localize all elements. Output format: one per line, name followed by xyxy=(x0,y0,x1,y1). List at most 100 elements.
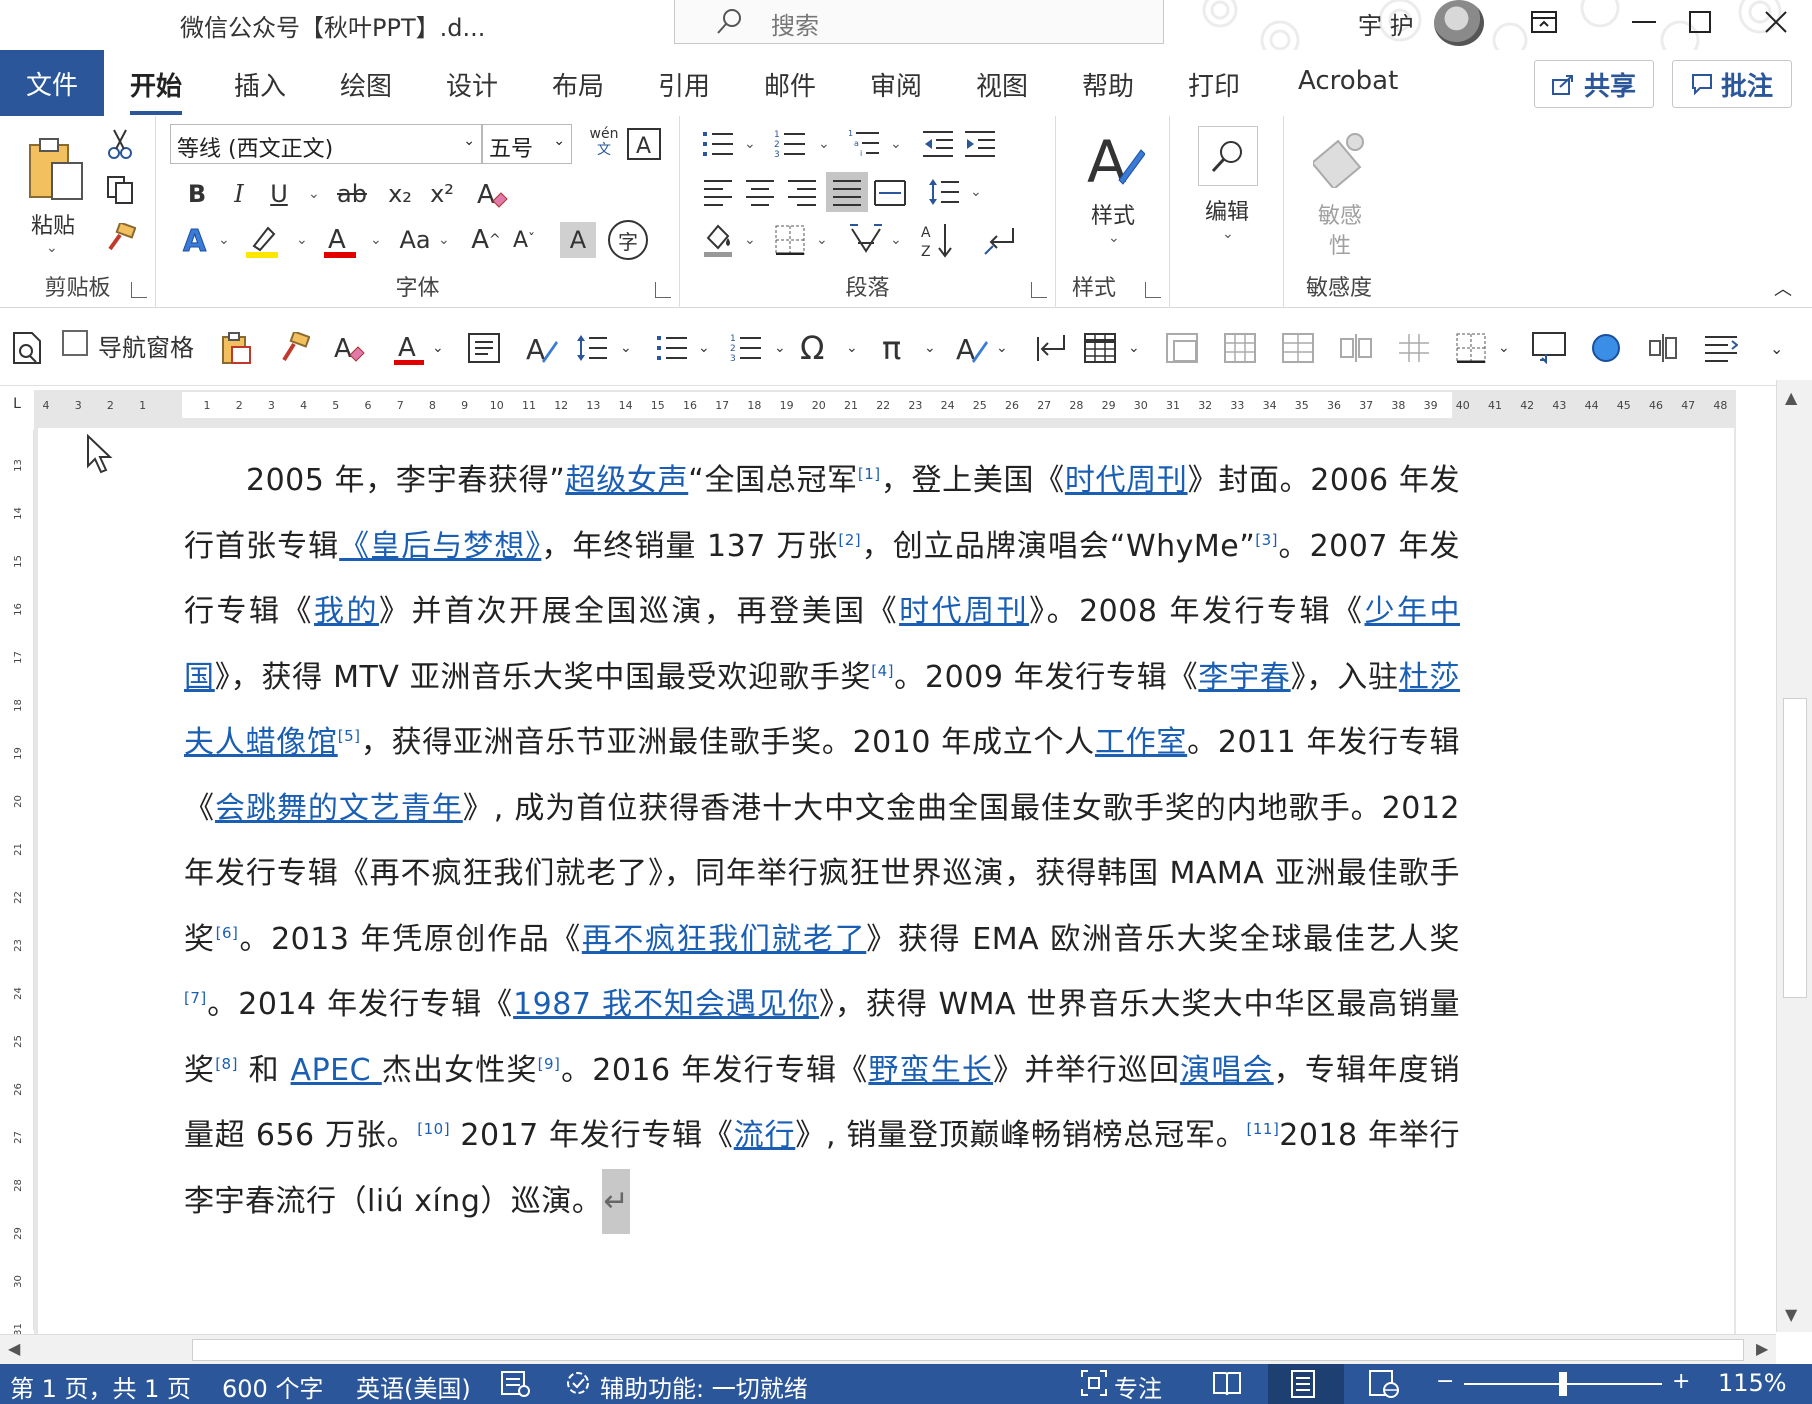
style-quick-icon[interactable]: A xyxy=(524,328,558,368)
footnote-ref[interactable]: [3] xyxy=(1255,531,1278,549)
nav-pane-checkbox[interactable] xyxy=(62,330,88,356)
phonetic-guide-icon[interactable]: wén 文 xyxy=(582,120,626,164)
show-formatting-marks-icon[interactable] xyxy=(980,220,1020,260)
line-spacing-quick-dropdown-icon[interactable]: ⌄ xyxy=(620,328,632,368)
table-tool-5-icon[interactable] xyxy=(1398,328,1430,368)
link-wild-growth[interactable]: 野蛮生长 xyxy=(868,1053,993,1088)
table-tool-3-icon[interactable] xyxy=(1282,328,1314,368)
tab-acrobat[interactable]: Acrobat xyxy=(1298,66,1398,96)
line-spacing-icon[interactable] xyxy=(926,174,962,210)
zoom-slider-thumb[interactable] xyxy=(1559,1372,1567,1396)
web-layout-icon[interactable] xyxy=(1368,1369,1400,1404)
comments-button[interactable]: 批注 xyxy=(1672,60,1792,108)
accessibility-icon[interactable] xyxy=(564,1369,594,1403)
language-status[interactable]: 英语(美国) xyxy=(356,1369,471,1404)
horizontal-ruler[interactable]: 4 3 2 1 1 2 3 4 5 6 7 8 9 10 11 12 13 14 15 16 17 18 19 20 21 22 2… xyxy=(34,390,1736,420)
footnote-ref[interactable]: [1] xyxy=(858,465,881,483)
link-super-girl[interactable]: 超级女声 xyxy=(565,463,688,498)
scroll-right-icon[interactable]: ▶ xyxy=(1756,1339,1768,1358)
decrease-indent-icon[interactable] xyxy=(920,126,956,162)
link-mine[interactable]: 我的 xyxy=(314,594,379,629)
table-borders-dropdown-icon[interactable]: ⌄ xyxy=(1498,328,1510,368)
font-color-quick-icon[interactable]: A xyxy=(392,328,426,368)
read-mode-icon[interactable] xyxy=(1212,1369,1242,1403)
footnote-ref[interactable]: [9] xyxy=(538,1055,561,1073)
insert-table-icon[interactable] xyxy=(1084,328,1116,368)
insert-comment-icon[interactable] xyxy=(1034,328,1066,368)
link-studio[interactable]: 工作室 xyxy=(1095,725,1187,760)
clear-formatting-icon[interactable]: A xyxy=(472,174,512,214)
track-changes-icon[interactable] xyxy=(500,1369,530,1403)
tab-references[interactable]: 引用 xyxy=(658,66,710,103)
numbering-dropdown-icon[interactable]: ⌄ xyxy=(818,136,830,152)
scroll-up-icon[interactable]: ▲ xyxy=(1785,388,1797,407)
tab-print[interactable]: 打印 xyxy=(1188,66,1240,103)
align-center-icon[interactable] xyxy=(742,174,778,210)
paste-icon[interactable] xyxy=(20,130,90,210)
find-icon[interactable] xyxy=(1198,126,1258,186)
focus-label[interactable]: 专注 xyxy=(1114,1369,1162,1404)
shading-dropdown-icon[interactable]: ⌄ xyxy=(744,232,756,248)
customize-toolbar-icon[interactable]: ⌄ xyxy=(1770,328,1783,368)
link-concert[interactable]: 演唱会 xyxy=(1180,1053,1274,1088)
horizontal-scroll-thumb[interactable] xyxy=(192,1339,1744,1361)
word-count[interactable]: 600 个字 xyxy=(222,1369,323,1404)
equation-icon[interactable]: π xyxy=(882,328,901,368)
styles-dropdown-icon[interactable]: ⌄ xyxy=(1108,230,1120,246)
align-objects-icon[interactable] xyxy=(1646,328,1680,368)
highlight-icon[interactable] xyxy=(242,220,282,260)
tab-home[interactable]: 开始 xyxy=(130,66,183,115)
strikethrough-button[interactable]: ab xyxy=(332,176,372,212)
align-right-icon[interactable] xyxy=(784,174,820,210)
bullets-dropdown-icon[interactable]: ⌄ xyxy=(744,136,756,152)
numbering-icon[interactable]: 123 xyxy=(772,126,808,162)
close-icon[interactable] xyxy=(1746,0,1806,44)
print-preview-icon[interactable] xyxy=(12,328,42,368)
maximize-icon[interactable] xyxy=(1670,0,1730,44)
tab-help[interactable]: 帮助 xyxy=(1082,66,1134,103)
asian-layout-icon[interactable] xyxy=(846,220,886,260)
tab-view[interactable]: 视图 xyxy=(976,66,1028,103)
tab-draw[interactable]: 绘图 xyxy=(340,66,392,103)
draw-pen-icon[interactable]: A xyxy=(954,328,988,368)
footnote-ref[interactable]: [11] xyxy=(1247,1120,1280,1138)
symbol-icon[interactable]: Ω xyxy=(800,328,824,368)
scroll-left-icon[interactable]: ◀ xyxy=(8,1339,20,1358)
bullets-quick-dropdown-icon[interactable]: ⌄ xyxy=(698,328,710,368)
enclose-characters-button[interactable]: 字 xyxy=(608,220,648,260)
grow-font-button[interactable]: A ^ xyxy=(468,220,504,260)
scroll-down-icon[interactable]: ▼ xyxy=(1785,1305,1797,1324)
clipboard-launcher-icon[interactable] xyxy=(131,282,147,298)
link-time-magazine[interactable]: 时代周刊 xyxy=(1065,463,1188,498)
paste-dropdown-icon[interactable]: ⌄ xyxy=(46,240,58,256)
text-effects-dropdown-icon[interactable]: ⌄ xyxy=(218,232,230,248)
change-case-button[interactable]: Aa xyxy=(394,220,436,260)
zoom-in-icon[interactable]: + xyxy=(1672,1369,1690,1394)
tab-selector[interactable]: L xyxy=(0,390,34,420)
table-tool-4-icon[interactable] xyxy=(1340,328,1372,368)
numbering-quick-icon[interactable]: 123 xyxy=(730,328,762,368)
superscript-button[interactable]: x² xyxy=(422,176,462,212)
footnote-ref[interactable]: [4] xyxy=(871,662,894,680)
character-shading-button[interactable]: A xyxy=(560,222,596,258)
table-tool-2-icon[interactable] xyxy=(1224,328,1256,368)
link-1987[interactable]: 1987 我不知会遇见你 xyxy=(513,987,819,1022)
share-button[interactable]: 共享 xyxy=(1534,60,1654,108)
font-name-combo[interactable]: 等线 (西文正文) ⌄ xyxy=(170,124,482,164)
footnote-ref[interactable]: [5] xyxy=(338,727,361,745)
zoom-out-icon[interactable]: − xyxy=(1436,1369,1454,1394)
insert-table-dropdown-icon[interactable]: ⌄ xyxy=(1128,328,1140,368)
symbol-dropdown-icon[interactable]: ⌄ xyxy=(846,328,858,368)
table-tool-1-icon[interactable] xyxy=(1166,328,1198,368)
document-page[interactable]: 2005 年，李宇春获得”超级女声“全国总冠军[1]，登上美国《时代周刊》封面。… xyxy=(38,428,1734,1334)
user-name[interactable]: 宇 护 xyxy=(1358,6,1414,41)
text-effects-icon[interactable]: A xyxy=(176,220,216,260)
bullets-quick-icon[interactable] xyxy=(656,328,688,368)
editing-dropdown-icon[interactable]: ⌄ xyxy=(1222,226,1234,242)
styles-gallery-icon[interactable]: A xyxy=(1082,128,1146,198)
paste-special-icon[interactable] xyxy=(220,328,252,368)
format-painter-quick-icon[interactable] xyxy=(278,328,310,368)
print-layout-icon[interactable] xyxy=(1290,1369,1316,1404)
asian-layout-dropdown-icon[interactable]: ⌄ xyxy=(890,232,902,248)
paragraph-launcher-icon[interactable] xyxy=(1031,282,1047,298)
